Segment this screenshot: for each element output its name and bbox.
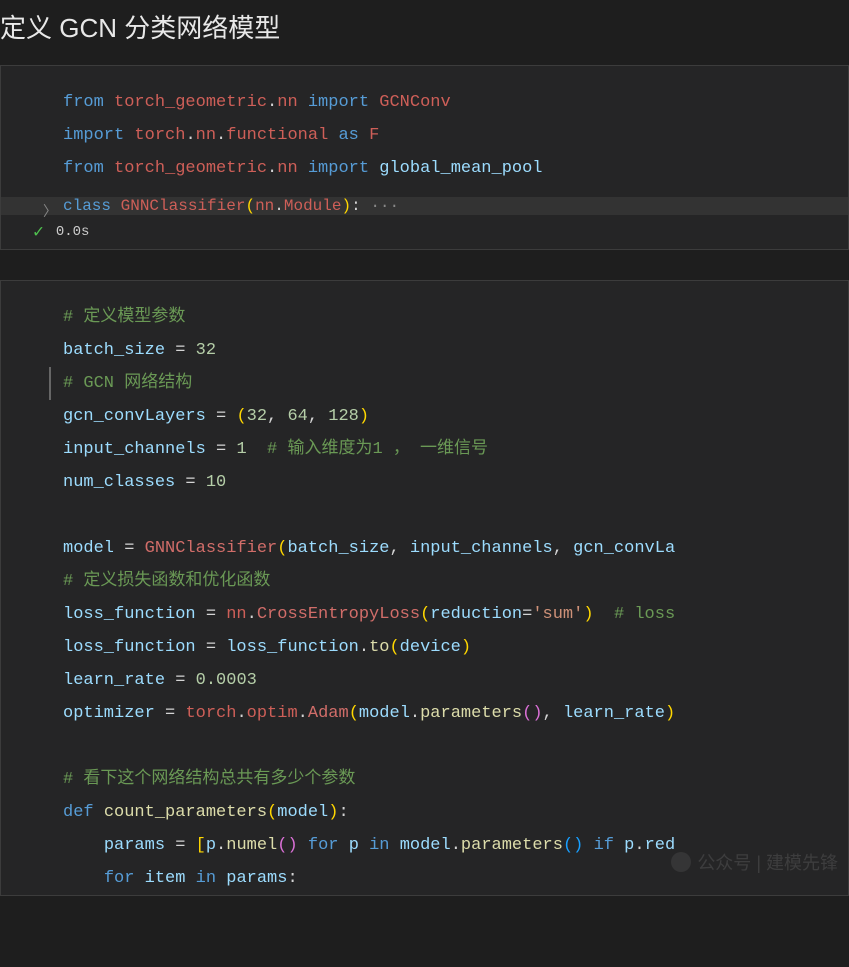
module: nn [226,605,246,624]
comment: # 看下这个网络结构总共有多少个参数 [63,770,355,789]
variable: gcn_convLayers [63,407,206,426]
class-call: GNNClassifier [145,539,278,558]
number: 0.0003 [196,671,257,690]
number: 128 [328,407,359,426]
keyword: in [196,869,216,888]
variable: loss_function [226,638,359,657]
code-content-1: from torch_geometric.nn import GCNConv i… [1,66,848,197]
number: 1 [236,440,246,459]
number: 32 [247,407,267,426]
class-name: GNNClassifier [121,197,246,215]
variable: optimizer [63,704,155,723]
variable: params [104,836,165,855]
comment: # GCN 网络结构 [63,374,192,393]
submodule: nn [277,159,297,178]
class-call: CrossEntropyLoss [257,605,420,624]
method: parameters [461,836,563,855]
keyword: for [308,836,339,855]
number: 64 [287,407,307,426]
code-cell-1[interactable]: from torch_geometric.nn import GCNConv i… [0,65,849,250]
keyword: class [63,197,111,215]
keyword: import [63,126,124,145]
base-class: Module [284,197,342,215]
comment: # 输入维度为1 ， 一维信号 [267,440,488,459]
number: 10 [206,473,226,492]
chevron-right-icon[interactable]: 〉 [43,201,57,221]
comment: # 定义损失函数和优化函数 [63,572,270,591]
method: to [369,638,389,657]
module: torch [134,126,185,145]
keyword: if [594,836,614,855]
keyword: from [63,93,104,112]
comment: # loss [614,605,675,624]
class-name: GCNConv [379,93,450,112]
function-def: count_parameters [104,803,267,822]
keyword: from [63,159,104,178]
submodule: nn [196,126,216,145]
wechat-icon [671,852,691,872]
variable: model [400,836,451,855]
variable: learn_rate [63,671,165,690]
alias: F [369,126,379,145]
keyword: as [338,126,358,145]
variable: params [226,869,287,888]
submodule: functional [226,126,328,145]
keyword: import [308,159,369,178]
execution-time: 0.0s [56,224,90,240]
ellipsis-icon[interactable]: ··· [370,197,399,215]
submodule: optim [247,704,298,723]
arg: device [400,638,461,657]
keyword: def [63,803,94,822]
arg: input_channels [410,539,553,558]
keyword: import [308,93,369,112]
string: 'sum' [532,605,583,624]
arg: model [359,704,410,723]
section-title: 定义 GCN 分类网络模型 [0,0,849,65]
keyword: in [369,836,389,855]
param: model [277,803,328,822]
variable: p [624,836,634,855]
method: numel [226,836,277,855]
code-content-2: # 定义模型参数 batch_size = 32 # GCN 网络结构 gcn_… [1,281,848,895]
module: torch_geometric [114,93,267,112]
module: torch [185,704,236,723]
arg: learn_rate [563,704,665,723]
variable: p [349,836,359,855]
module: torch_geometric [114,159,267,178]
kwarg: reduction [430,605,522,624]
submodule: nn [277,93,297,112]
watermark: 公众号 | 建模先锋 [671,849,838,875]
variable: p [206,836,216,855]
keyword: for [104,869,135,888]
arg: gcn_convLa [573,539,675,558]
variable: batch_size [63,341,165,360]
execution-status: ✓ 0.0s [1,215,848,249]
arg: batch_size [287,539,389,558]
collapsed-class-row[interactable]: 〉class GNNClassifier(nn.Module): ··· [1,197,848,215]
variable: loss_function [63,605,196,624]
import-name: global_mean_pool [379,159,542,178]
number: 32 [196,341,216,360]
checkmark-icon: ✓ [33,221,44,243]
code-cell-2[interactable]: # 定义模型参数 batch_size = 32 # GCN 网络结构 gcn_… [0,280,849,896]
variable: model [63,539,114,558]
comment: # 定义模型参数 [63,308,185,327]
variable: loss_function [63,638,196,657]
variable: num_classes [63,473,175,492]
class-call: Adam [308,704,349,723]
variable: input_channels [63,440,206,459]
base-module: nn [255,197,274,215]
variable: item [145,869,186,888]
watermark-text: 公众号 | 建模先锋 [697,849,838,875]
method: parameters [420,704,522,723]
